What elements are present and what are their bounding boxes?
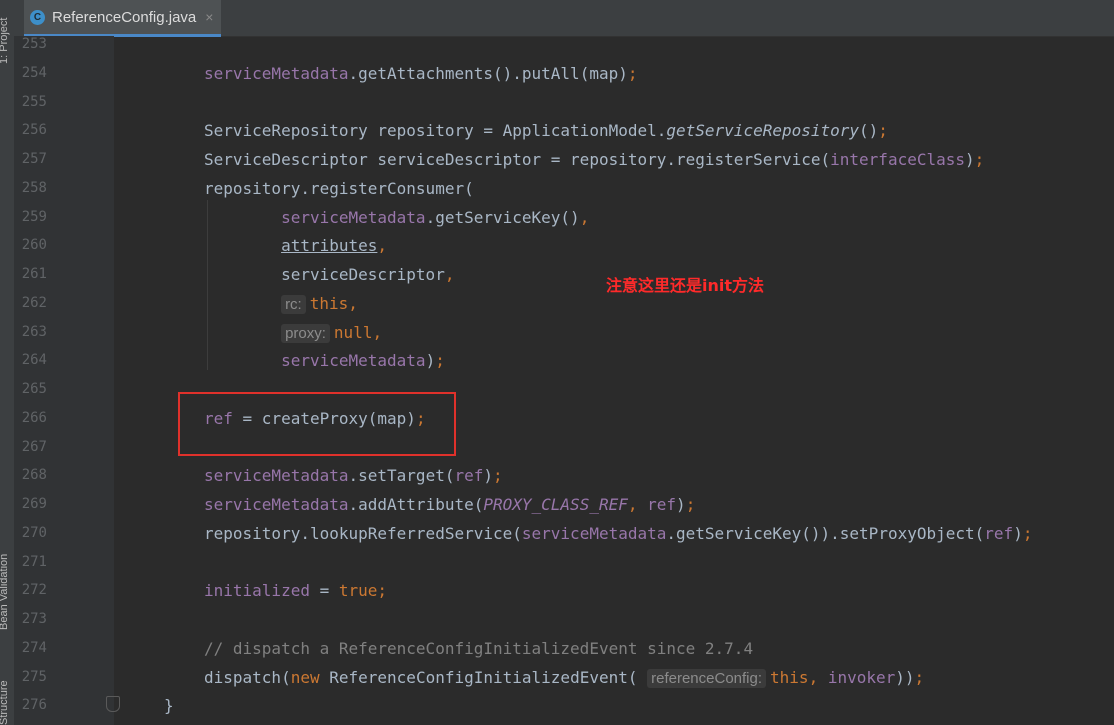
code-line: 253	[14, 30, 1114, 59]
code-text: proxy: null,	[204, 318, 382, 348]
bean-validation-tool-label[interactable]: Bean Validation	[0, 554, 10, 630]
code-text: serviceMetadata.addAttribute(PROXY_CLASS…	[204, 495, 696, 514]
code-text: rc: this,	[204, 289, 358, 319]
annotation-text: 注意这里还是init方法	[606, 276, 765, 295]
java-class-icon: C	[30, 9, 45, 25]
line-number: 275	[21, 669, 47, 685]
code-text: serviceMetadata);	[281, 351, 445, 370]
code-line: 275 dispatch(new ReferenceConfigInitiali…	[14, 663, 1114, 692]
code-line: 256 ServiceRepository repository = Appli…	[14, 116, 1114, 145]
code-line: 258 repository.registerConsumer(	[14, 174, 1114, 203]
line-number: 259	[21, 209, 47, 225]
line-number: 261	[21, 266, 47, 282]
code-text: serviceMetadata.getAttachments().putAll(…	[204, 64, 638, 83]
line-number: 255	[21, 94, 47, 110]
code-text: ServiceRepository repository = Applicati…	[204, 121, 888, 140]
line-number: 270	[21, 525, 47, 541]
line-number: 274	[21, 640, 47, 656]
line-number: 260	[21, 237, 47, 253]
line-number: 256	[21, 122, 47, 138]
code-text: serviceMetadata.setTarget(ref);	[204, 466, 503, 485]
code-line: 261 serviceDescriptor,	[14, 260, 1114, 289]
code-text: ServiceDescriptor serviceDescriptor = re…	[204, 150, 985, 169]
code-line: 255	[14, 88, 1114, 117]
code-text: serviceDescriptor,	[204, 265, 455, 284]
code-line: 254 serviceMetadata.getAttachments().put…	[14, 59, 1114, 88]
code-text: repository.lookupReferredService(service…	[204, 524, 1033, 543]
code-line: 263 proxy: null,	[14, 318, 1114, 347]
line-number: 253	[21, 36, 47, 52]
line-number: 263	[21, 324, 47, 340]
line-number: 267	[21, 439, 47, 455]
code-line: 270 repository.lookupReferredService(ser…	[14, 519, 1114, 548]
code-text: attributes,	[281, 236, 388, 255]
line-number: 276	[21, 697, 47, 713]
line-number: 254	[21, 65, 47, 81]
code-line: 268 serviceMetadata.setTarget(ref);	[14, 461, 1114, 490]
highlight-box	[178, 392, 456, 456]
code-text: initialized = true;	[204, 581, 388, 600]
line-number: 269	[21, 496, 47, 512]
line-number: 271	[21, 554, 47, 570]
code-line: 272 initialized = true;	[14, 576, 1114, 605]
code-line: 276 }	[14, 691, 1114, 720]
code-line: 273	[14, 605, 1114, 634]
line-number: 268	[21, 467, 47, 483]
code-line: 257 ServiceDescriptor serviceDescriptor …	[14, 145, 1114, 174]
line-number: 265	[21, 381, 47, 397]
code-text: dispatch(new ReferenceConfigInitializedE…	[204, 668, 925, 688]
code-line: 262 rc: this,	[14, 289, 1114, 318]
close-icon[interactable]: ×	[205, 9, 213, 25]
code-line: 269 serviceMetadata.addAttribute(PROXY_C…	[14, 490, 1114, 519]
line-number: 272	[21, 582, 47, 598]
code-line: 274 // dispatch a ReferenceConfigInitial…	[14, 634, 1114, 663]
code-text: // dispatch a ReferenceConfigInitialized…	[204, 639, 754, 658]
line-number: 262	[21, 295, 47, 311]
line-number: 257	[21, 151, 47, 167]
parameter-hint: proxy:	[281, 324, 330, 343]
code-line: 264 serviceMetadata);	[14, 346, 1114, 375]
code-text: serviceMetadata.getServiceKey(),	[281, 208, 590, 227]
project-tool-label[interactable]: 1: Project	[0, 18, 10, 64]
parameter-hint: referenceConfig:	[647, 669, 767, 688]
code-text: repository.registerConsumer(	[204, 179, 474, 198]
parameter-hint: rc:	[281, 295, 306, 314]
code-text: }	[164, 696, 174, 715]
line-number: 266	[21, 410, 47, 426]
tool-window-strip: 1: Project Bean Validation Structure	[0, 0, 15, 725]
code-line: 260 attributes,	[14, 231, 1114, 260]
tab-title: ReferenceConfig.java	[52, 8, 197, 26]
line-number: 273	[21, 611, 47, 627]
code-line: 259 serviceMetadata.getServiceKey(),	[14, 203, 1114, 232]
line-number: 258	[21, 180, 47, 196]
line-number: 264	[21, 352, 47, 368]
code-line: 271	[14, 548, 1114, 577]
structure-tool-label[interactable]: Structure	[0, 680, 10, 725]
